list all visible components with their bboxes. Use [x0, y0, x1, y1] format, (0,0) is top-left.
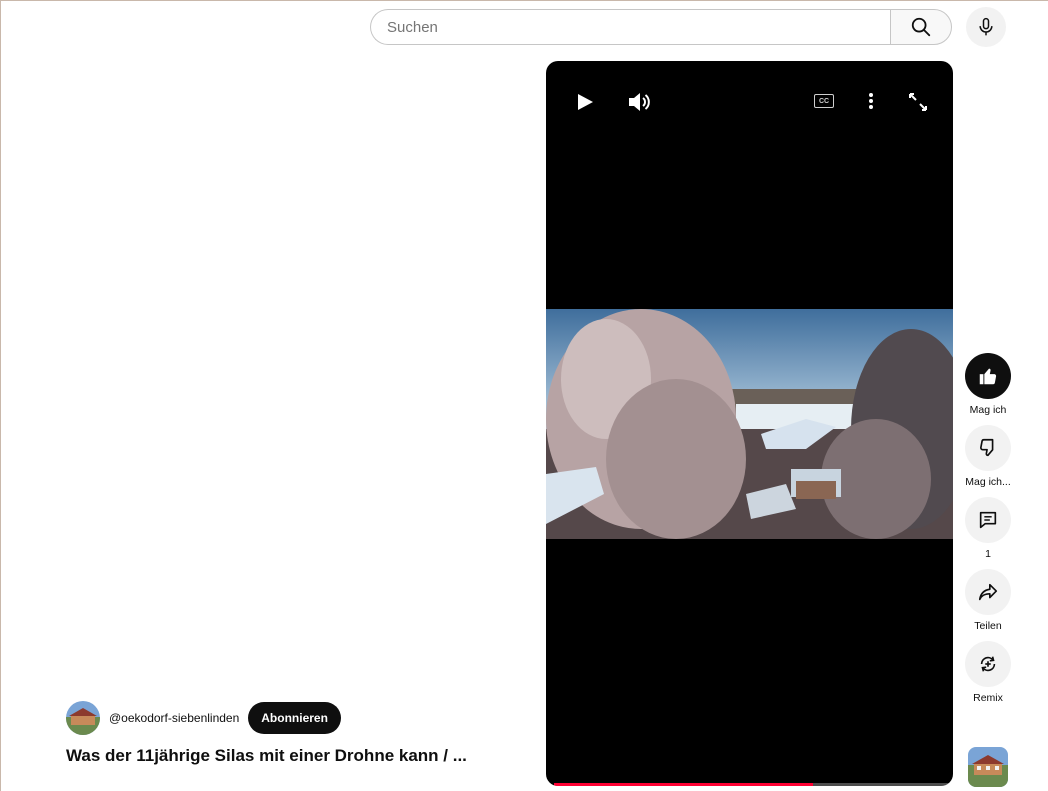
channel-avatar[interactable]: [66, 701, 100, 735]
captions-label: CC: [818, 97, 830, 105]
comment-icon: [979, 511, 997, 529]
comments-button[interactable]: [965, 497, 1011, 543]
share-label: Teilen: [974, 620, 1002, 632]
search-input[interactable]: [370, 9, 890, 45]
video-title[interactable]: Was der 11jährige Silas mit einer Drohne…: [66, 746, 467, 766]
channel-row: @oekodorf-siebenlinden Abonnieren: [66, 701, 341, 735]
share-button[interactable]: [965, 569, 1011, 615]
dislike-label: Mag ich...: [965, 476, 1011, 488]
share-icon: [978, 583, 998, 601]
search-button[interactable]: [890, 9, 952, 45]
progress-bar[interactable]: [554, 783, 953, 786]
video-frame: [546, 309, 953, 539]
play-icon: [578, 94, 593, 110]
volume-icon: [629, 93, 650, 111]
channel-thumbnail[interactable]: [968, 747, 1008, 787]
play-button[interactable]: [572, 89, 598, 115]
subscribe-button[interactable]: Abonnieren: [248, 702, 341, 734]
more-vert-icon: [869, 93, 873, 109]
search-icon: [911, 17, 931, 37]
progress-fill: [554, 783, 814, 786]
like-label: Mag ich: [969, 404, 1007, 416]
voice-search-button[interactable]: [966, 7, 1006, 47]
comments-count: 1: [985, 548, 991, 560]
like-button[interactable]: [965, 353, 1011, 399]
fullscreen-button[interactable]: [905, 89, 931, 115]
mic-icon: [979, 17, 993, 36]
search-bar: [370, 9, 952, 45]
remix-icon: [980, 656, 996, 672]
remix-button[interactable]: [965, 641, 1011, 687]
channel-handle[interactable]: @oekodorf-siebenlinden: [109, 711, 239, 725]
video-player[interactable]: CC: [546, 61, 953, 786]
more-options-button[interactable]: [859, 89, 883, 113]
captions-button[interactable]: CC: [813, 90, 835, 112]
remix-label: Remix: [973, 692, 1003, 704]
thumbs-down-icon: [980, 438, 994, 457]
captions-icon: CC: [814, 94, 834, 108]
fullscreen-icon: [909, 93, 927, 111]
dislike-button[interactable]: [965, 425, 1011, 471]
volume-button[interactable]: [625, 89, 653, 115]
action-rail: Mag ich Mag ich... 1 Teilen Remix: [964, 353, 1012, 713]
thumbs-up-icon: [979, 368, 997, 385]
